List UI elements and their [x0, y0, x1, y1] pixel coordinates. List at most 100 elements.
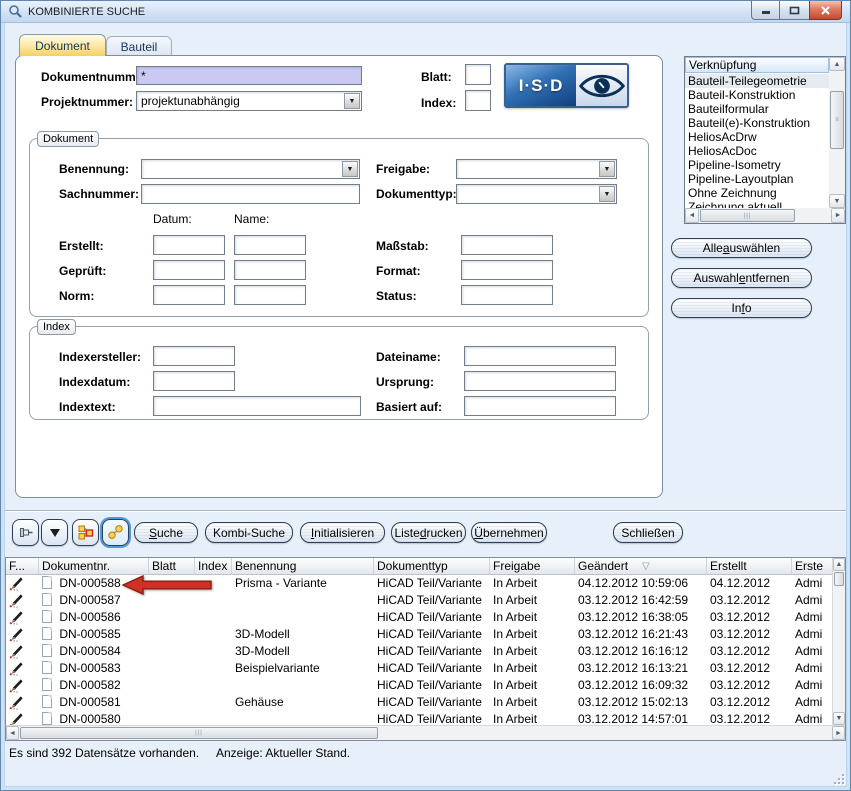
cell-erstellt: 03.12.2012: [707, 711, 792, 726]
column-header[interactable]: Erste: [792, 558, 832, 575]
liste-drucken-button[interactable]: Liste drucken: [391, 522, 466, 543]
basiert-auf-input[interactable]: [464, 396, 616, 416]
info-button[interactable]: Info: [671, 298, 812, 318]
column-header[interactable]: Geändert▽: [575, 558, 707, 575]
benennung-combo[interactable]: ▼: [141, 159, 360, 179]
column-header[interactable]: F...: [6, 558, 39, 575]
sachnummer-label: Sachnummer:: [59, 187, 139, 201]
cell-ersteller: Admi: [792, 575, 832, 592]
list-horizontal-scrollbar[interactable]: ◄ ||| ►: [685, 208, 845, 223]
table-row[interactable]: DN-000586HiCAD Teil/VarianteIn Arbeit03.…: [6, 609, 832, 626]
erstellt-datum-input[interactable]: [153, 235, 225, 255]
freigabe-combo[interactable]: ▼: [456, 159, 617, 179]
workflow-pen-icon: [9, 665, 24, 677]
suche-button[interactable]: Suche: [134, 522, 198, 543]
cell-workflow: [6, 592, 39, 609]
link-list-item[interactable]: Bauteilformular: [685, 102, 829, 116]
link-list-item[interactable]: HeliosAcDrw: [685, 130, 829, 144]
scroll-right-button[interactable]: ►: [831, 208, 845, 223]
indextext-input[interactable]: [153, 396, 361, 416]
scroll-thumb[interactable]: [834, 572, 844, 586]
table-row[interactable]: DN-000580HiCAD Teil/VarianteIn Arbeit03.…: [6, 711, 832, 726]
minimize-button[interactable]: [751, 1, 780, 20]
dateiname-input[interactable]: [464, 346, 616, 366]
scroll-thumb[interactable]: |||: [20, 727, 378, 739]
maximize-button[interactable]: [780, 1, 809, 20]
status-input[interactable]: [461, 285, 553, 305]
combo-dropdown-button[interactable]: ▼: [599, 161, 615, 177]
table-row[interactable]: DN-000581GehäuseHiCAD Teil/VarianteIn Ar…: [6, 694, 832, 711]
indexdatum-input[interactable]: [153, 371, 235, 391]
scroll-thumb[interactable]: ≡: [830, 91, 844, 149]
column-header[interactable]: Benennung: [232, 558, 374, 575]
kombi-suche-button[interactable]: Kombi-Suche: [205, 522, 293, 543]
indexdatum-label: Indexdatum:: [59, 375, 130, 389]
alle-auswaehlen-button[interactable]: Alle auswählen: [671, 238, 812, 258]
cell-blatt: [149, 694, 195, 711]
document-icon: [42, 712, 52, 725]
table-horizontal-scrollbar[interactable]: ◄ ||| ►: [6, 725, 845, 740]
geprueft-datum-input[interactable]: [153, 260, 225, 280]
close-button[interactable]: [809, 1, 842, 20]
uebernehmen-button[interactable]: Übernehmen: [471, 522, 547, 543]
cell-dokumentnr: DN-000583: [39, 660, 149, 677]
cell-ersteller: Admi: [792, 643, 832, 660]
projektnummer-combo[interactable]: projektunabhängig ▼: [136, 91, 362, 111]
link-list-item[interactable]: HeliosAcDoc: [685, 144, 829, 158]
column-header[interactable]: Dokumenttyp: [374, 558, 490, 575]
table-vertical-scrollbar[interactable]: ▲ ▼: [832, 558, 845, 725]
index-input[interactable]: [465, 90, 491, 111]
list-vertical-scrollbar[interactable]: ▲ ≡ ▼: [829, 57, 845, 208]
minimize-icon: [761, 6, 771, 15]
dokumentnummer-input[interactable]: [136, 66, 362, 85]
table-row[interactable]: DN-0005853D-ModellHiCAD Teil/VarianteIn …: [6, 626, 832, 643]
scroll-down-button[interactable]: ▼: [829, 194, 845, 208]
combo-dropdown-button[interactable]: ▼: [344, 93, 360, 109]
link-list-item[interactable]: Bauteil-Konstruktion: [685, 88, 829, 102]
tab-dokument[interactable]: Dokument: [19, 34, 106, 56]
link-list-item[interactable]: Pipeline-Isometry: [685, 158, 829, 172]
link-list-item[interactable]: Ohne Zeichnung: [685, 186, 829, 200]
scroll-left-button[interactable]: ◄: [685, 208, 699, 223]
initialisieren-button[interactable]: Initialisieren: [300, 522, 385, 543]
table-row[interactable]: DN-0005843D-ModellHiCAD Teil/VarianteIn …: [6, 643, 832, 660]
verknuepfung-column-header[interactable]: Verknüpfung: [685, 57, 829, 73]
link-list-item[interactable]: Pipeline-Layoutplan: [685, 172, 829, 186]
format-input[interactable]: [461, 260, 553, 280]
geprueft-name-input[interactable]: [234, 260, 306, 280]
erstellt-name-input[interactable]: [234, 235, 306, 255]
dokumenttyp-combo[interactable]: ▼: [456, 184, 617, 204]
combo-dropdown-button[interactable]: ▼: [342, 161, 358, 177]
schliessen-button[interactable]: Schließen: [613, 522, 683, 543]
tab-bauteil[interactable]: Bauteil: [106, 36, 172, 56]
more-options-button[interactable]: [41, 519, 68, 546]
combo-dropdown-button[interactable]: ▼: [599, 186, 615, 202]
scroll-down-button[interactable]: ▼: [833, 712, 845, 725]
link-list-item[interactable]: Bauteil-Teilegeometrie: [685, 74, 829, 88]
auswahl-entfernen-button[interactable]: Auswahl entfernen: [671, 268, 812, 288]
table-row[interactable]: DN-000582HiCAD Teil/VarianteIn Arbeit03.…: [6, 677, 832, 694]
linked-parts-button[interactable]: [102, 519, 129, 546]
cell-freigabe: In Arbeit: [490, 677, 575, 694]
norm-name-input[interactable]: [234, 285, 306, 305]
link-list-item[interactable]: Bauteil(e)-Konstruktion: [685, 116, 829, 130]
link-list-item[interactable]: Zeichnung aktuell: [685, 200, 829, 208]
sachnummer-input[interactable]: [141, 184, 360, 204]
blatt-input[interactable]: [465, 64, 491, 85]
ursprung-input[interactable]: [464, 371, 616, 391]
scroll-right-button[interactable]: ►: [832, 726, 845, 740]
massstab-input[interactable]: [461, 235, 553, 255]
indexersteller-input[interactable]: [153, 346, 235, 366]
norm-datum-input[interactable]: [153, 285, 225, 305]
resize-grip[interactable]: [832, 772, 844, 784]
structure-view-button[interactable]: [72, 519, 99, 546]
column-header[interactable]: Freigabe: [490, 558, 575, 575]
scroll-thumb[interactable]: |||: [700, 209, 795, 222]
scroll-up-button[interactable]: ▲: [833, 558, 845, 571]
column-header[interactable]: Erstellt: [707, 558, 792, 575]
pin-dialog-button[interactable]: [12, 519, 39, 546]
scroll-up-button[interactable]: ▲: [829, 57, 845, 71]
table-row[interactable]: DN-000583BeispielvarianteHiCAD Teil/Vari…: [6, 660, 832, 677]
cell-freigabe: In Arbeit: [490, 643, 575, 660]
scroll-left-button[interactable]: ◄: [6, 726, 19, 740]
